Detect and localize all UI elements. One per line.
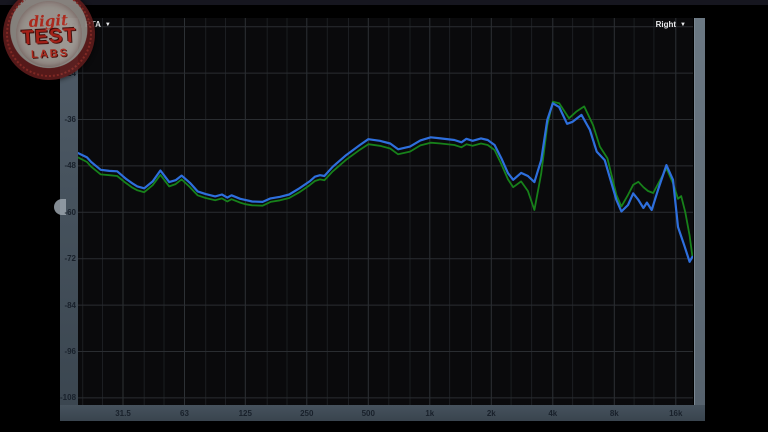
y-tick-label: -60 [60, 208, 76, 217]
x-tick-label: 4k [548, 409, 557, 418]
right-scrollbar[interactable] [694, 18, 705, 405]
x-tick-label: 31.5 [115, 409, 131, 418]
x-tick-label: 2k [487, 409, 496, 418]
y-tick-label: -108 [60, 393, 76, 402]
y-tick-label: -72 [60, 254, 76, 263]
y-tick-label: -48 [60, 161, 76, 170]
curve-blue [78, 103, 692, 261]
y-axis-scale-strip[interactable] [60, 18, 78, 421]
x-tick-label: 250 [300, 409, 313, 418]
channel-dropdown-label: Right [656, 20, 676, 29]
x-tick-label: 500 [362, 409, 375, 418]
x-tick-label: 63 [180, 409, 189, 418]
rta-analyzer-window: -12-24-36-48-60-72-84-96-108 31.56312525… [0, 0, 768, 432]
chevron-down-icon: ▼ [680, 22, 686, 28]
x-axis-scale-strip[interactable] [60, 405, 705, 421]
x-tick-label: 125 [239, 409, 252, 418]
channel-dropdown[interactable]: Right ▼ [656, 20, 686, 29]
y-tick-label: -84 [60, 301, 76, 310]
x-tick-label: 8k [610, 409, 619, 418]
curve-green [78, 102, 692, 257]
x-tick-label: 1k [425, 409, 434, 418]
chevron-down-icon: ▼ [105, 22, 111, 28]
y-tick-label: -36 [60, 115, 76, 124]
y-tick-label: -96 [60, 347, 76, 356]
x-tick-label: 16k [669, 409, 682, 418]
rta-chart [0, 0, 768, 432]
